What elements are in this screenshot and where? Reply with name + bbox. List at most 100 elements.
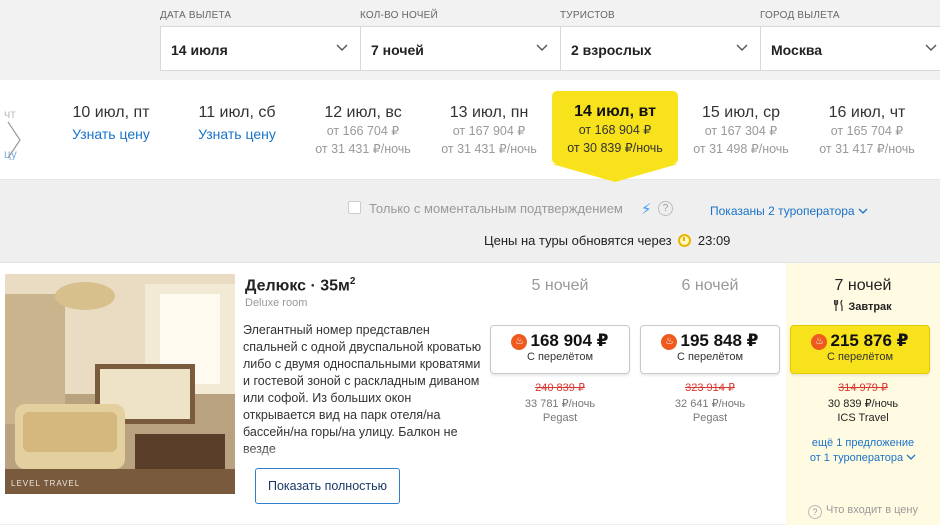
offer-column-7-nights: 7 ночей Завтрак ♨ 215 876 ₽ С перелётом 3… [786, 263, 940, 525]
date-title: 13 июл, пн [449, 104, 529, 121]
chevron-down-icon [736, 44, 748, 51]
offer-old-price: 314 979 ₽ [838, 382, 888, 394]
check-price-link[interactable]: Узнать цену [174, 126, 300, 142]
fire-icon: ♨ [661, 334, 678, 350]
offer-nights: 6 ночей [681, 277, 739, 294]
show-full-description-button[interactable]: Показать полностью [255, 468, 400, 504]
date-price: от 167 304 ₽ [704, 124, 778, 138]
date-item[interactable]: 10 июл, пт Узнать цену [48, 104, 174, 142]
date-item[interactable]: 13 июл, пн от 167 904 ₽ от 31 431 ₽/ночь [426, 104, 552, 158]
operators-link-label: Показаны 2 туроператора [710, 204, 855, 218]
nights-select[interactable]: 7 ночей [360, 26, 560, 71]
offer-meal-label: Завтрак [848, 301, 892, 313]
fire-icon: ♨ [511, 334, 528, 350]
description-fade [243, 446, 483, 466]
price-update-timer: 23:09 [697, 233, 731, 248]
date-price-per-night: от 30 839 ₽/ночь [567, 141, 663, 155]
departure-city-value: Москва [771, 42, 823, 58]
instant-confirmation-checkbox[interactable] [348, 201, 361, 214]
offer-price-button[interactable]: ♨ 168 904 ₽ С перелётом [490, 325, 630, 374]
date-price: от 168 904 ₽ [578, 123, 652, 137]
whats-included-link[interactable]: ? Что входит в цену [786, 504, 940, 519]
nights-value: 7 ночей [371, 42, 424, 58]
departure-city-label: ГОРОД ВЫЛЕТА [760, 10, 840, 21]
date-price: от 166 704 ₽ [326, 124, 400, 138]
room-title-sup: 2 [349, 276, 356, 287]
help-icon: ? [808, 505, 823, 519]
svg-text:чт: чт [4, 107, 16, 121]
offer-per-night: 30 839 ₽/ночь [827, 398, 899, 410]
date-price-per-night: от 31 498 ₽/ночь [693, 142, 789, 156]
offer-flight-note: С перелётом [676, 351, 744, 363]
room-title: Делюкс · 35м2 [245, 276, 355, 295]
chevron-down-icon [906, 454, 916, 460]
date-price-per-night: от 31 417 ₽/ночь [819, 142, 915, 156]
tourists-select[interactable]: 2 взрослых [560, 26, 760, 71]
photo-watermark: LEVEL TRAVEL [11, 479, 81, 488]
more-offers-line1: ещё 1 предложение [811, 437, 915, 449]
date-title: 15 июл, ср [702, 104, 780, 121]
tourists-label: ТУРИСТОВ [560, 10, 615, 21]
chevron-down-icon [858, 208, 868, 214]
date-item[interactable]: 15 июл, ср от 167 304 ₽ от 31 498 ₽/ночь [678, 104, 804, 158]
chevron-down-icon [925, 44, 937, 51]
offer-operator: Pegast [542, 412, 578, 424]
date-title: 16 июл, чт [828, 104, 906, 121]
offer-column-5-nights: 5 ночей ♨ 168 904 ₽ С перелётом 240 839 ₽… [485, 263, 635, 525]
date-item-selected[interactable]: 14 июл, вт от 168 904 ₽ от 30 839 ₽/ночь [552, 91, 678, 164]
date-item[interactable]: 11 июл, сб Узнать цену [174, 104, 300, 142]
chevron-down-icon [536, 44, 548, 51]
room-card: LEVEL TRAVEL Делюкс · 35м2 Deluxe room Э… [0, 262, 940, 525]
room-description: Элегантный номер представлен спальней с … [243, 323, 482, 456]
departure-date-select[interactable]: 14 июля [160, 26, 360, 71]
operators-dropdown-link[interactable]: Показаны 2 туроператора [710, 204, 868, 218]
price-update-notice: Цены на туры обновятся через 23:09 [484, 233, 730, 248]
date-item[interactable]: 12 июл, вс от 166 704 ₽ от 31 431 ₽/ночь [300, 104, 426, 158]
scroll-left-arrow-icon[interactable]: чт цу [0, 100, 30, 160]
selected-date-pointer [552, 164, 678, 182]
fire-icon: ♨ [811, 334, 828, 350]
search-bar: ДАТА ВЫЛЕТА КОЛ-ВО НОЧЕЙ ТУРИСТОВ ГОРОД … [0, 0, 940, 80]
offer-meal: Завтрак [786, 299, 940, 313]
room-title-text: Делюкс · 35м [245, 277, 350, 295]
tourists-value: 2 взрослых [571, 42, 652, 58]
offer-operator: Pegast [692, 412, 728, 424]
fork-knife-icon [834, 299, 843, 311]
offer-nights: 7 ночей [834, 277, 892, 294]
date-title: 11 июл, сб [198, 104, 276, 121]
lightning-icon: ⚡ [641, 201, 652, 218]
more-offers-link[interactable]: ещё 1 предложение от 1 туроператора [786, 436, 940, 466]
date-title: 12 июл, вс [324, 104, 402, 121]
departure-date-label: ДАТА ВЫЛЕТА [160, 10, 232, 21]
offer-old-price: 240 839 ₽ [535, 382, 585, 394]
price-update-text: Цены на туры обновятся через [484, 233, 672, 248]
more-offers-line2: от 1 туроператора [809, 452, 904, 464]
offer-price-button[interactable]: ♨ 215 876 ₽ С перелётом [790, 325, 930, 374]
date-price: от 167 904 ₽ [452, 124, 526, 138]
room-subtitle: Deluxe room [245, 297, 308, 309]
help-icon[interactable]: ? [658, 201, 673, 216]
offer-price-button[interactable]: ♨ 195 848 ₽ С перелётом [640, 325, 780, 374]
room-photo[interactable]: LEVEL TRAVEL [5, 274, 235, 494]
offer-flight-note: С перелётом [526, 351, 594, 363]
date-title: 14 июл, вт [574, 103, 656, 120]
clock-icon [678, 234, 692, 247]
offer-column-6-nights: 6 ночей ♨ 195 848 ₽ С перелётом 323 914 ₽… [635, 263, 785, 525]
offer-nights: 5 ночей [531, 277, 589, 294]
date-price-per-night: от 31 431 ₽/ночь [315, 142, 411, 156]
date-price-per-night: от 31 431 ₽/ночь [441, 142, 537, 156]
date-item[interactable]: 16 июл, чт от 165 704 ₽ от 31 417 ₽/ночь [804, 104, 930, 158]
offer-old-price: 323 914 ₽ [685, 382, 735, 394]
chevron-down-icon [336, 44, 348, 51]
whats-included-label: Что входит в цену [826, 504, 918, 516]
check-price-link[interactable]: Узнать цену [48, 126, 174, 142]
date-carousel: чт цу 10 июл, пт Узнать цену 11 июл, сб … [0, 80, 940, 180]
offer-price: 168 904 ₽ [530, 331, 609, 350]
departure-city-select[interactable]: Москва [760, 26, 940, 71]
nights-label: КОЛ-ВО НОЧЕЙ [360, 10, 438, 21]
offer-per-night: 32 641 ₽/ночь [674, 398, 746, 410]
instant-confirmation-label: Только с моментальным подтверждением [369, 201, 623, 216]
offer-per-night: 33 781 ₽/ночь [524, 398, 596, 410]
offer-price: 215 876 ₽ [830, 331, 909, 350]
departure-date-value: 14 июля [171, 42, 228, 58]
